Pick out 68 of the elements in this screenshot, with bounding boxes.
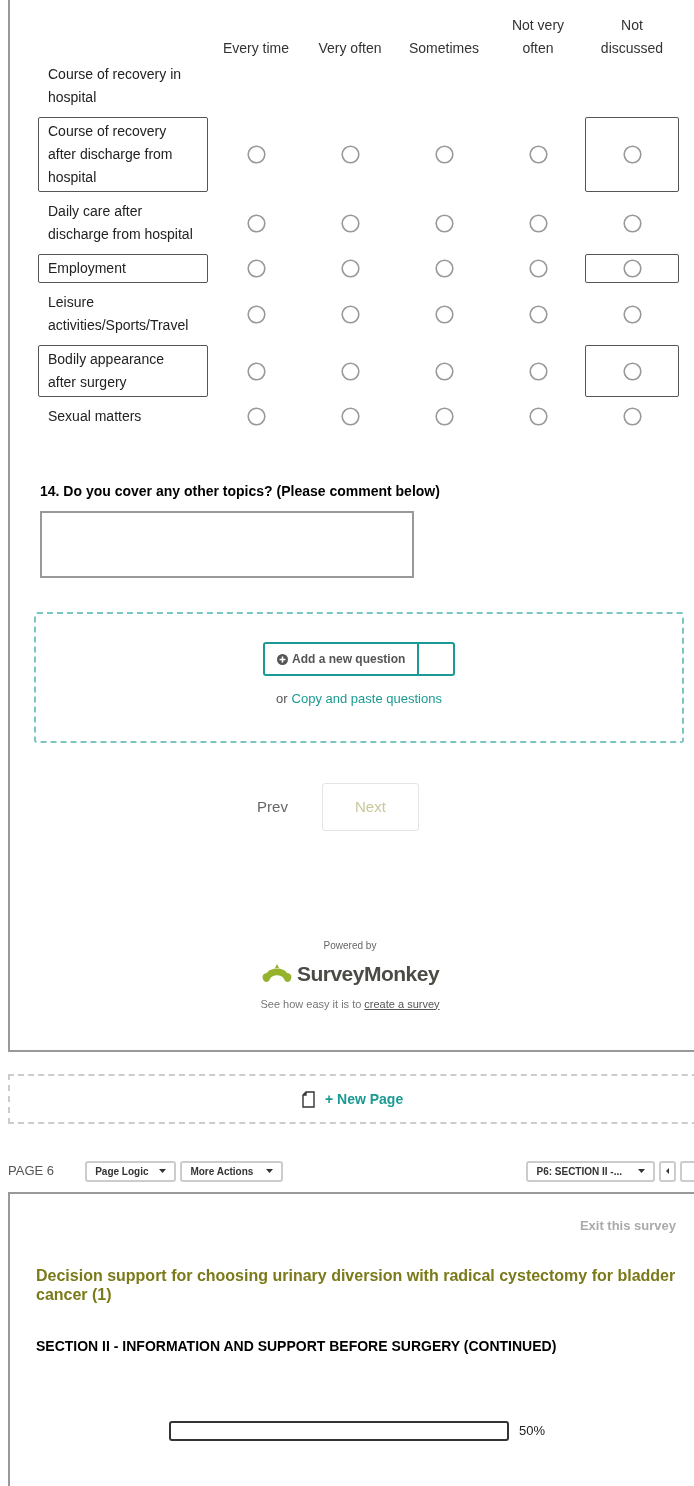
survey-title: Decision support for choosing urinary diversion with radical cystectomy for bladder cancer (1) (36, 1266, 677, 1304)
radio-button[interactable] (246, 145, 266, 164)
radio-button[interactable] (434, 145, 454, 164)
radio-button[interactable] (622, 145, 642, 164)
radio-button[interactable] (528, 213, 548, 233)
radio-button[interactable] (622, 259, 642, 278)
powered-by-text: Powered by (323, 939, 377, 953)
brand-name: SurveyMonkey (296, 961, 440, 987)
radio-button[interactable] (622, 213, 642, 233)
column-header: Not discussed (599, 16, 665, 58)
radio-button[interactable] (528, 145, 548, 164)
dropdown-button[interactable]: Page Logic (85, 1160, 177, 1182)
caret-icon (159, 1169, 167, 1173)
highlighted-row-label: Employment (38, 254, 208, 283)
progress-percent: 50% (519, 1422, 546, 1441)
dropdown-button[interactable]: More Actions (180, 1160, 284, 1182)
radio-button[interactable] (434, 361, 454, 381)
radio-button[interactable] (340, 361, 360, 381)
dropdown-button[interactable]: P6: SECTION II -... (526, 1160, 656, 1182)
page-icon (302, 1090, 315, 1108)
caret-icon (638, 1169, 646, 1173)
radio-button[interactable] (434, 259, 454, 278)
footer-text: See how easy it is to (260, 996, 362, 1012)
or-text: or (276, 690, 288, 708)
radio-button[interactable] (434, 407, 454, 426)
previous-page-button[interactable] (659, 1160, 677, 1182)
monkey-logo-icon (260, 962, 293, 985)
radio-button[interactable] (246, 304, 266, 324)
radio-button[interactable] (246, 407, 266, 426)
row-label: Course of recovery in hospital (47, 65, 183, 107)
radio-button[interactable] (246, 361, 266, 381)
row-label: Sexual matters (47, 407, 143, 426)
section-title: SECTION II - INFORMATION AND SUPPORT BEFORE SURGERY (CONTINUED) (36, 1337, 558, 1356)
radio-button[interactable] (340, 407, 360, 426)
comment-field[interactable] (40, 511, 414, 578)
highlighted-row-label: Course of recovery after discharge from hospital (38, 117, 208, 192)
row-label: Daily care after discharge from hospital (47, 202, 194, 244)
caret-icon (266, 1169, 274, 1173)
radio-button[interactable] (528, 361, 548, 381)
highlighted-row-label: Bodily appearance after surgery (38, 345, 208, 397)
next-page-button[interactable] (680, 1160, 694, 1182)
radio-button[interactable] (340, 304, 360, 324)
radio-button[interactable] (528, 304, 548, 324)
copy-paste-link[interactable]: Copy and paste questions (291, 689, 442, 709)
column-header: Sometimes (408, 39, 480, 58)
radio-button[interactable] (528, 259, 548, 278)
page-number: PAGE 6 (8, 1162, 55, 1181)
create-survey-link[interactable]: create a survey (364, 995, 440, 1012)
radio-button[interactable] (434, 213, 454, 233)
prev-button[interactable]: Prev (257, 795, 288, 819)
left-arrow-icon (666, 1168, 670, 1174)
radio-button[interactable] (622, 407, 642, 426)
radio-button[interactable] (246, 259, 266, 278)
add-question-button[interactable]: Add a new question (263, 642, 455, 676)
question-title: 14. Do you cover any other topics? (Please comment below) (40, 482, 441, 501)
radio-button[interactable] (340, 259, 360, 278)
radio-button[interactable] (340, 213, 360, 233)
radio-button[interactable] (528, 407, 548, 426)
radio-button[interactable] (622, 304, 642, 324)
column-header: Very often (317, 39, 383, 58)
column-header: Every time (221, 39, 291, 58)
radio-button[interactable] (622, 361, 642, 381)
column-header: Not very often (510, 16, 566, 58)
row-label: Leisure activities/Sports/Travel (47, 293, 190, 335)
radio-button[interactable] (246, 213, 266, 233)
plus-circle-icon (277, 653, 288, 665)
radio-button[interactable] (340, 145, 360, 164)
radio-button[interactable] (434, 304, 454, 324)
